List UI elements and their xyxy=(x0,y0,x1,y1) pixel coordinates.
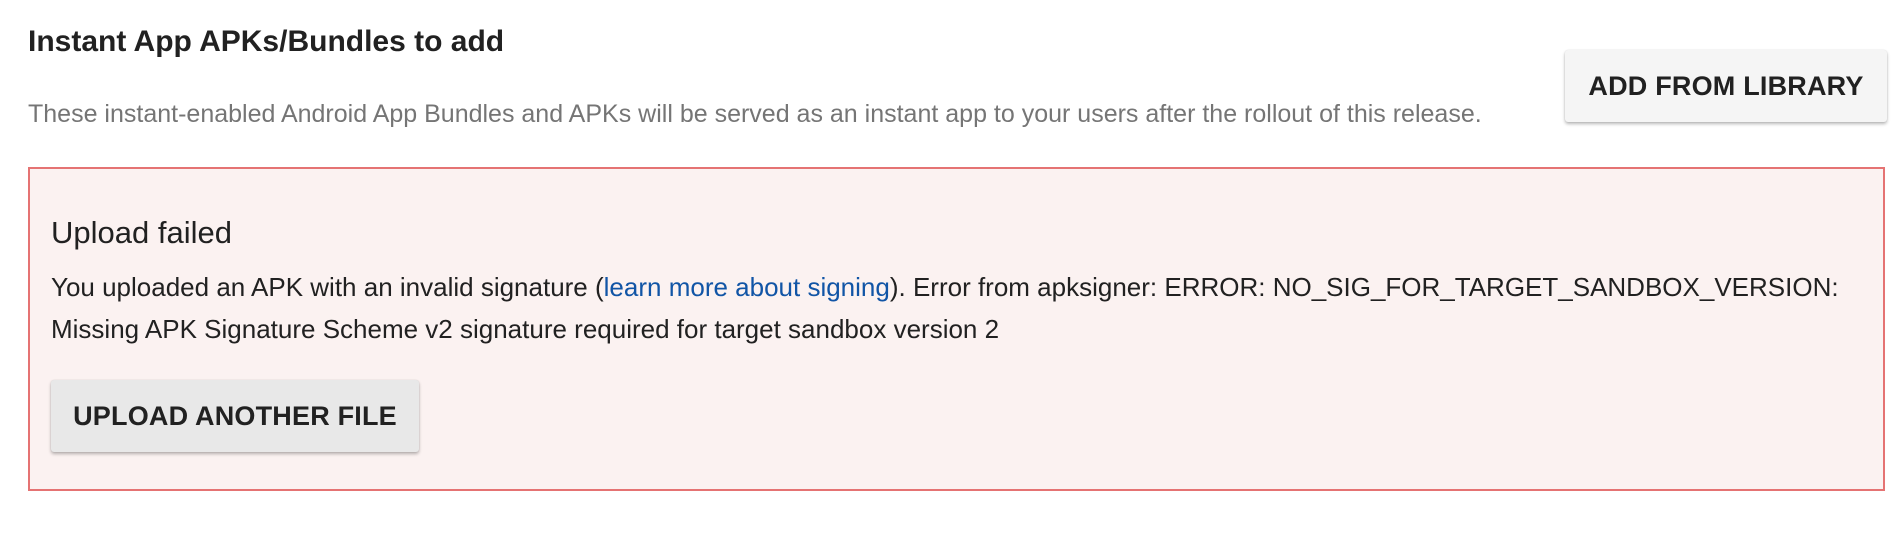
add-from-library-button[interactable]: ADD FROM LIBRARY xyxy=(1565,50,1887,122)
error-title: Upload failed xyxy=(51,215,232,250)
upload-error-panel: Upload failed You uploaded an APK with a… xyxy=(28,167,1885,491)
error-message-prefix: You uploaded an APK with an invalid sign… xyxy=(51,272,604,302)
learn-more-signing-link[interactable]: learn more about signing xyxy=(604,272,890,302)
section-title: Instant App APKs/Bundles to add xyxy=(28,25,505,58)
section-description: These instant-enabled Android App Bundle… xyxy=(28,100,1482,128)
error-message: You uploaded an APK with an invalid sign… xyxy=(51,266,1871,350)
upload-another-file-button[interactable]: UPLOAD ANOTHER FILE xyxy=(51,380,419,452)
